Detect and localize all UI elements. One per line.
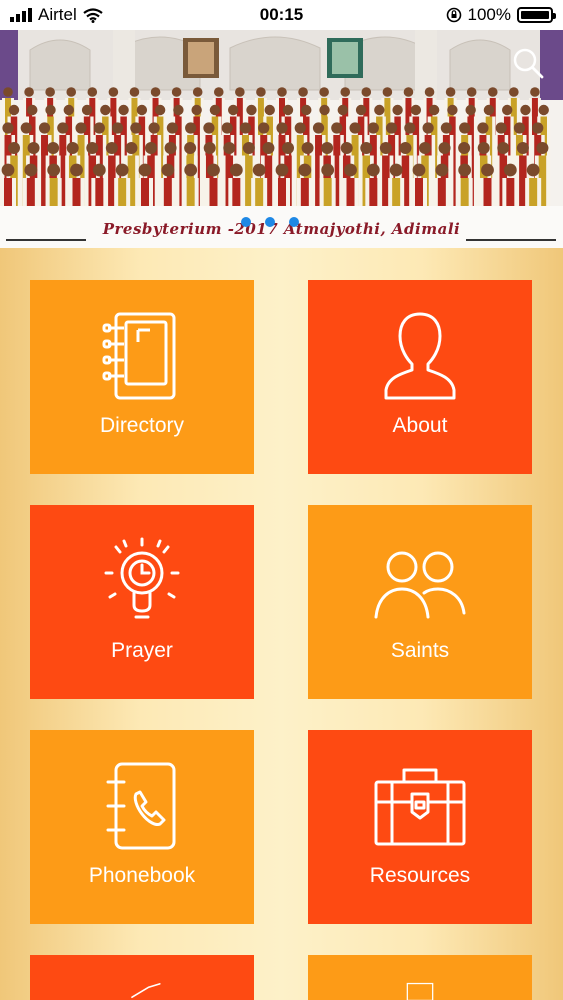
tile-label: Directory bbox=[99, 414, 184, 437]
tile-about[interactable]: About bbox=[308, 280, 532, 474]
notebook-icon bbox=[102, 312, 176, 400]
tile-label: Phonebook bbox=[88, 864, 196, 887]
status-bar: Airtel 00:15 100% bbox=[0, 0, 563, 30]
status-right: 100% bbox=[446, 5, 556, 25]
tile-prayer[interactable]: Prayer bbox=[30, 505, 254, 699]
tile-label: Prayer bbox=[111, 639, 173, 662]
briefcase-icon bbox=[374, 768, 466, 846]
caption-rule-left bbox=[6, 239, 86, 241]
people-icon bbox=[374, 551, 466, 619]
tile-label: Saints bbox=[390, 639, 450, 662]
carousel-indicators bbox=[241, 217, 299, 227]
tile-resources[interactable]: Resources bbox=[308, 730, 532, 924]
search-icon[interactable] bbox=[511, 46, 545, 80]
carousel-dot[interactable] bbox=[289, 217, 299, 227]
caption-rule-right bbox=[466, 239, 556, 241]
carousel-dot[interactable] bbox=[241, 217, 251, 227]
phonebook-icon bbox=[106, 762, 176, 850]
carousel-dot[interactable] bbox=[265, 217, 275, 227]
group-photo bbox=[0, 30, 563, 248]
lightbulb-clock-icon bbox=[104, 537, 180, 619]
person-icon bbox=[384, 312, 456, 400]
tile-label: About bbox=[392, 414, 448, 437]
megaphone-icon bbox=[131, 983, 161, 999]
banner-carousel[interactable]: Presbyterium -2017 Atmajyothi, Adimali bbox=[0, 30, 563, 248]
tile-saints[interactable]: Saints bbox=[308, 505, 532, 699]
tile-partial-left[interactable] bbox=[30, 955, 254, 1000]
tile-directory[interactable]: Directory bbox=[30, 280, 254, 474]
battery-icon bbox=[517, 7, 556, 23]
battery-level bbox=[521, 11, 549, 19]
battery-percent: 100% bbox=[467, 5, 511, 24]
orientation-lock-icon bbox=[446, 7, 461, 23]
tile-partial-right[interactable] bbox=[308, 955, 532, 1000]
document-icon bbox=[406, 982, 434, 1000]
menu-grid: Directory About Prayer Saints Phonebook … bbox=[0, 248, 563, 1000]
tile-label: Resources bbox=[369, 864, 471, 887]
tile-phonebook[interactable]: Phonebook bbox=[30, 730, 254, 924]
